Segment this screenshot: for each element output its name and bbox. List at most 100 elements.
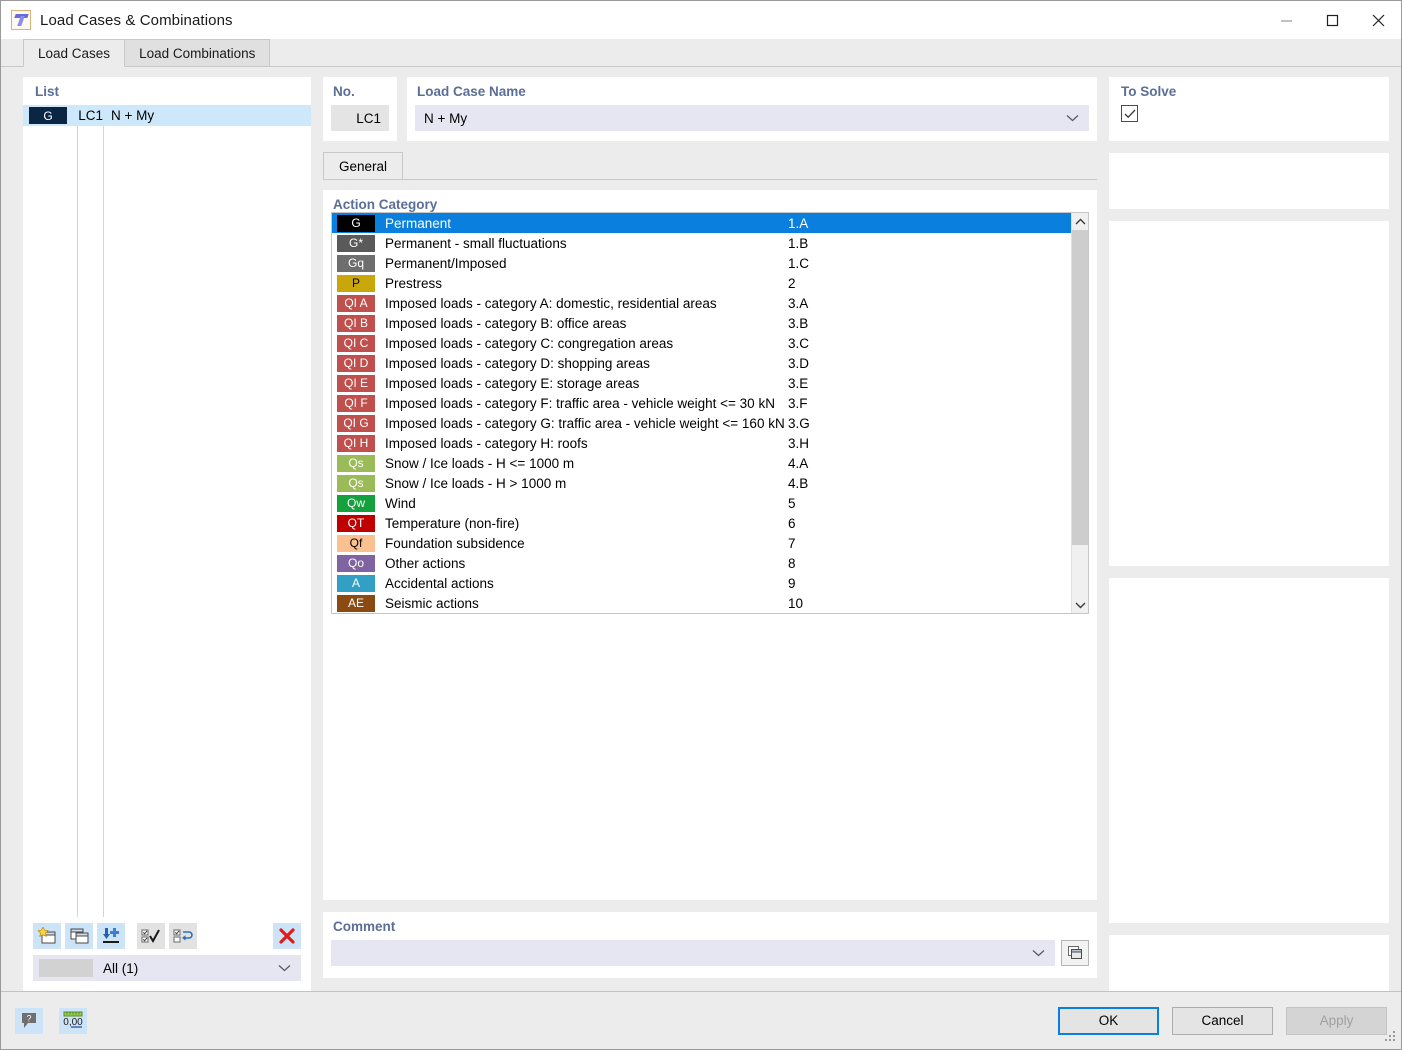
chevron-down-icon[interactable]	[1066, 111, 1079, 126]
dropdown-option[interactable]: QI F Imposed loads - category F: traffic …	[332, 393, 1071, 413]
dropdown-option[interactable]: QI G Imposed loads - category G: traffic …	[332, 413, 1071, 433]
no-value: LC1	[331, 105, 389, 131]
dropdown-option-label: Imposed loads - category A: domestic, re…	[385, 295, 717, 311]
tab-load-cases[interactable]: Load Cases	[23, 39, 126, 67]
dropdown-option[interactable]: QI E Imposed loads - category E: storage …	[332, 373, 1071, 393]
dropdown-option[interactable]: Qw Wind 5	[332, 493, 1071, 513]
load-case-name-input[interactable]: N + My	[415, 105, 1089, 131]
dropdown-option-label: Snow / Ice loads - H <= 1000 m	[385, 455, 575, 471]
to-solve-checkbox[interactable]	[1121, 105, 1138, 122]
dropdown-option-code: 3.E	[788, 375, 809, 391]
main-tab-strip: Load Cases Load Combinations	[1, 39, 1401, 67]
chevron-down-icon[interactable]	[1032, 946, 1045, 961]
general-tab-content: Action Category G Permanent 1.A GPermane…	[323, 179, 1097, 991]
load-case-name-header: Load Case Name	[417, 84, 526, 99]
svg-text:?: ?	[26, 1014, 31, 1024]
tab-load-combinations-label: Load Combinations	[139, 45, 256, 61]
tab-load-combinations[interactable]: Load Combinations	[124, 39, 271, 66]
dropdown-option-code: 6	[788, 515, 796, 531]
resize-grip-icon[interactable]	[1385, 1031, 1397, 1046]
dropdown-option-code: 3.G	[788, 415, 810, 431]
import-plus-icon[interactable]	[97, 923, 125, 949]
copy-windows-icon[interactable]	[65, 923, 93, 949]
dropdown-option[interactable]: A Accidental actions 9	[332, 573, 1071, 593]
red-x-icon[interactable]	[273, 923, 301, 949]
dropdown-option-badge: Qw	[337, 494, 375, 512]
dropdown-option-label: Temperature (non-fire)	[385, 515, 520, 531]
help-speech-bubble-icon[interactable]: ?	[15, 1007, 43, 1034]
close-icon[interactable]	[1355, 1, 1401, 39]
dropdown-option[interactable]: QI D Imposed loads - category D: shopping…	[332, 353, 1071, 373]
dropdown-option-label: Imposed loads - category C: congregation…	[385, 335, 674, 351]
check-all-icon[interactable]	[137, 923, 165, 949]
dropdown-option[interactable]: QT Temperature (non-fire) 6	[332, 513, 1071, 533]
dropdown-options[interactable]: G Permanent 1.A G* Permanent - small fluctua…	[332, 213, 1071, 613]
dropdown-option-code: 5	[788, 495, 796, 511]
dropdown-option[interactable]: QI C Imposed loads - category C: congrega…	[332, 333, 1071, 353]
ok-button[interactable]: OK	[1058, 1006, 1159, 1035]
dropdown-scrollbar[interactable]	[1071, 213, 1088, 613]
dropdown-option[interactable]: G Permanent 1.A	[332, 213, 1071, 233]
dropdown-option-badge: QI A	[337, 294, 375, 312]
check-invert-icon[interactable]	[169, 923, 197, 949]
list-item[interactable]: G LC1 N + My	[23, 105, 311, 126]
list-header: List	[35, 84, 60, 99]
dropdown-option[interactable]: G* Permanent - small fluctuations 1.B	[332, 233, 1071, 253]
scroll-up-arrow-icon[interactable]	[1072, 213, 1088, 230]
list-item-name: N + My	[111, 108, 155, 123]
right-panel-2	[1109, 221, 1389, 566]
dropdown-option-code: 7	[788, 535, 796, 551]
action-category-dropdown-list[interactable]: G Permanent 1.A G* Permanent - small fluctua…	[331, 212, 1089, 614]
dropdown-option-label: Imposed loads - category E: storage area…	[385, 375, 640, 391]
list-item-badge: G	[29, 107, 67, 124]
dropdown-option-code: 4.A	[788, 455, 809, 471]
dropdown-option-label: Imposed loads - category F: traffic area…	[385, 395, 775, 411]
dropdown-option[interactable]: AE Seismic actions 10	[332, 593, 1071, 613]
dropdown-option-badge: G*	[337, 234, 375, 252]
dropdown-option-badge: Qs	[337, 454, 375, 472]
dropdown-option-label: Imposed loads - category H: roofs	[385, 435, 588, 451]
dropdown-option-badge: QI E	[337, 374, 375, 392]
filter-color-swatch	[39, 959, 93, 977]
dropdown-option-label: Seismic actions	[385, 595, 479, 611]
dropdown-option[interactable]: Qo Other actions 8	[332, 553, 1071, 573]
cancel-button-label: Cancel	[1201, 1013, 1244, 1028]
dropdown-option-code: 3.B	[788, 315, 809, 331]
dropdown-option[interactable]: Qf Foundation subsidence 7	[332, 533, 1071, 553]
dropdown-option[interactable]: QI B Imposed loads - category B: office a…	[332, 313, 1071, 333]
scrollbar-thumb[interactable]	[1072, 230, 1088, 545]
maximize-icon[interactable]	[1309, 1, 1355, 39]
units-0-00-icon[interactable]: 0,00	[59, 1007, 87, 1034]
tab-load-cases-label: Load Cases	[38, 45, 111, 61]
window-title: Load Cases & Combinations	[40, 11, 233, 29]
ok-button-label: OK	[1098, 1013, 1119, 1028]
new-window-star-icon[interactable]	[33, 923, 61, 949]
dropdown-option-badge: QI B	[337, 314, 375, 332]
dropdown-option[interactable]: QI H Imposed loads - category H: roofs 3.H	[332, 433, 1071, 453]
filter-label: All (1)	[103, 960, 139, 976]
dropdown-option[interactable]: Qs Snow / Ice loads - H <= 1000 m 4.A	[332, 453, 1071, 473]
dropdown-option-label: Permanent - small fluctuations	[385, 235, 567, 251]
dropdown-option[interactable]: Qs Snow / Ice loads - H > 1000 m 4.B	[332, 473, 1071, 493]
tab-general[interactable]: General	[323, 152, 404, 179]
dropdown-option[interactable]: Gq Permanent/Imposed 1.C	[332, 253, 1071, 273]
scrollbar-track[interactable]	[1072, 230, 1088, 596]
minimize-icon[interactable]	[1263, 1, 1309, 39]
comment-input[interactable]	[331, 940, 1055, 966]
dropdown-option-code: 2	[788, 275, 796, 291]
dropdown-option[interactable]: P Prestress 2	[332, 273, 1071, 293]
cancel-button[interactable]: Cancel	[1172, 1006, 1273, 1035]
action-category-panel: Action Category G Permanent 1.A GPermane…	[323, 190, 1097, 900]
dropdown-option-badge: QI H	[337, 434, 375, 452]
select-objects-icon[interactable]	[1061, 940, 1089, 966]
dropdown-option[interactable]: QI A Imposed loads - category A: domestic…	[332, 293, 1071, 313]
load-case-list[interactable]: G LC1 N + My	[23, 105, 311, 917]
dropdown-option-label: Permanent/Imposed	[385, 255, 507, 271]
dropdown-option-badge: Gq	[337, 254, 375, 272]
comment-header: Comment	[333, 919, 396, 934]
dropdown-option-code: 4.B	[788, 475, 809, 491]
dropdown-option-badge: QT	[337, 514, 375, 532]
dropdown-option-badge: QI D	[337, 354, 375, 372]
scroll-down-arrow-icon[interactable]	[1072, 596, 1088, 613]
list-filter-dropdown[interactable]: All (1)	[33, 955, 301, 981]
